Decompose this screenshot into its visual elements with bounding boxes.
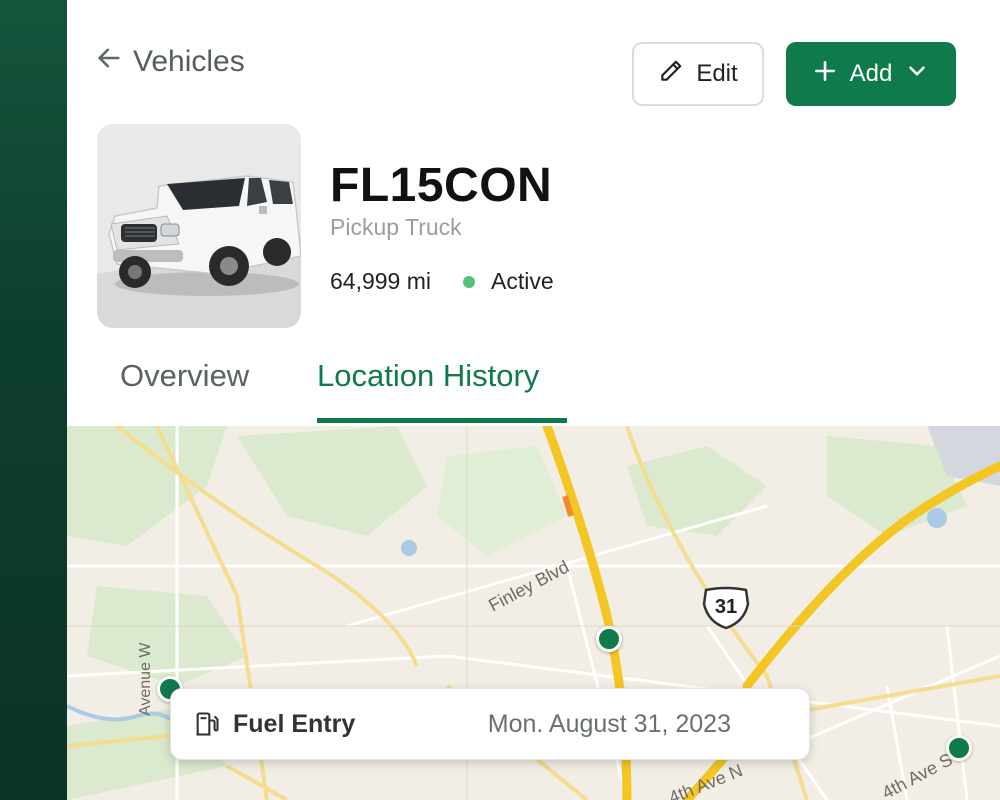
tab-bar: Overview Location History <box>67 340 1000 426</box>
tab-location-history[interactable]: Location History <box>317 358 539 394</box>
tab-overview[interactable]: Overview <box>120 358 249 394</box>
back-label: Vehicles <box>133 45 245 78</box>
add-button[interactable]: Add <box>786 42 956 106</box>
fuel-pump-icon <box>193 710 221 738</box>
vehicle-photo <box>97 124 301 328</box>
back-to-vehicles-link[interactable]: Vehicles <box>95 42 245 82</box>
edit-button[interactable]: Edit <box>632 42 764 106</box>
edit-label: Edit <box>696 60 738 87</box>
vehicle-type: Pickup Truck <box>330 214 462 240</box>
add-label: Add <box>849 60 893 87</box>
info-card-title: Fuel Entry <box>233 709 356 738</box>
fuel-entry-card[interactable]: Fuel Entry Mon. August 31, 2023 <box>170 688 810 760</box>
info-card-date: Mon. August 31, 2023 <box>487 709 731 738</box>
arrow-left-icon <box>95 44 123 80</box>
vehicle-name: FL15CON <box>330 159 553 212</box>
active-tab-indicator <box>317 418 567 423</box>
location-map[interactable]: Finley Blvd Avenue W 4th Ave N 4th Ave S… <box>67 426 1000 800</box>
status-dot-icon <box>463 275 476 288</box>
route-shield-number: 31 <box>714 596 738 618</box>
vehicle-status: Active <box>491 268 554 294</box>
plus-icon <box>812 58 838 91</box>
vehicle-meta: 64,999 mi Active <box>330 268 554 295</box>
main-panel: Vehicles Edit Add FL15CON Pickup Truck 6… <box>67 0 1000 800</box>
chevron-down-icon <box>904 58 930 91</box>
side-rail <box>0 0 67 800</box>
map-pin[interactable] <box>946 735 972 761</box>
street-label-avenue-w: Avenue W <box>137 642 154 716</box>
map-pin[interactable] <box>596 626 622 652</box>
vehicle-mileage: 64,999 mi <box>330 268 432 294</box>
pencil-icon <box>658 58 684 91</box>
